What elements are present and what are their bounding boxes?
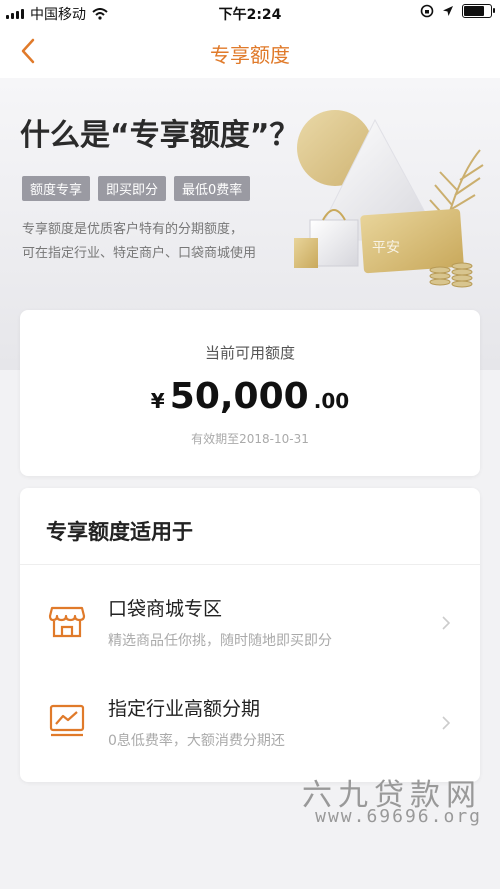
available-credit-label: 当前可用额度 <box>204 344 295 362</box>
list-item-subtitle: 精选商品任你挑，随时随地即买即分 <box>108 633 332 649</box>
hero-illustration: 平安 <box>294 110 484 288</box>
amount-decimal: .00 <box>313 389 350 413</box>
status-right <box>420 4 495 18</box>
hero-desc-line1: 专享额度是优质客户特有的分期额度， <box>22 222 244 237</box>
divider <box>20 564 480 565</box>
battery-icon <box>462 4 495 18</box>
hero-desc-line2: 可在指定行业、特定商户、口袋商城使用 <box>22 246 257 261</box>
nav-bar: 专享额度 <box>0 26 500 79</box>
chevron-right-icon <box>442 616 451 630</box>
applies-heading: 专享额度适用于 <box>46 520 193 544</box>
list-item-title: 指定行业高额分期 <box>108 698 261 720</box>
list-item-industry-installment[interactable]: 指定行业高额分期 0息低费率，大额消费分期还 <box>20 678 480 766</box>
store-icon <box>48 606 86 638</box>
location-icon <box>443 6 453 16</box>
feature-tags: 额度专享 即买即分 最低0费率 <box>22 176 251 201</box>
credit-amount: ¥ 50,000 .00 <box>20 376 480 417</box>
expiry-date: 有效期至2018-10-31 <box>191 432 309 446</box>
tag-instant-installment: 即买即分 <box>98 176 167 201</box>
tag-exclusive: 额度专享 <box>22 176 91 201</box>
hero-description: 专享额度是优质客户特有的分期额度， 可在指定行业、特定商户、口袋商城使用 <box>22 218 322 266</box>
orientation-lock-icon <box>420 4 434 18</box>
watermark-url: www.69696.org <box>315 806 482 827</box>
available-credit-card: 当前可用额度 ¥ 50,000 .00 有效期至2018-10-31 <box>20 310 480 476</box>
list-item-subtitle: 0息低费率，大额消费分期还 <box>108 733 285 749</box>
chart-icon <box>49 704 85 737</box>
tag-low-rate: 最低0费率 <box>174 176 251 201</box>
list-item-pocket-mall[interactable]: 口袋商城专区 精选商品任你挑，随时随地即买即分 <box>20 578 480 666</box>
page-title: 专享额度 <box>210 43 290 67</box>
amount-integer: 50,000 <box>169 376 309 417</box>
svg-text:平安: 平安 <box>372 240 400 256</box>
hero-title: 什么是“专享额度”？ <box>20 118 300 153</box>
applicable-scenarios-card: 专享额度适用于 口袋商城专区 精选商品任你挑，随时随地即买即分 指定行业高额分期… <box>20 488 480 782</box>
list-item-title: 口袋商城专区 <box>108 598 223 620</box>
status-bar: 中国移动 下午2:24 <box>0 0 500 26</box>
chevron-right-icon <box>442 716 451 730</box>
currency-symbol: ¥ <box>150 389 165 413</box>
